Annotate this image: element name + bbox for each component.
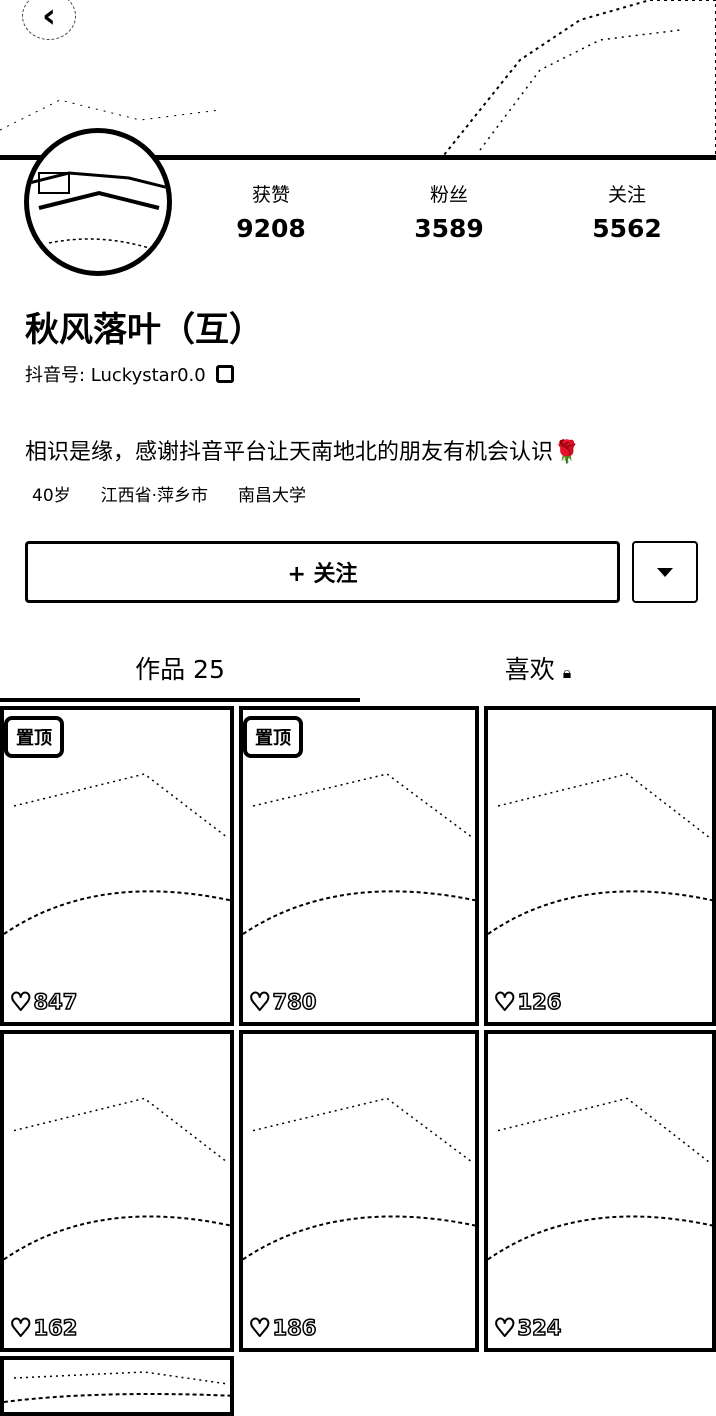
like-count-text: 126 xyxy=(517,989,562,1015)
video-tile[interactable] xyxy=(0,1356,234,1416)
stat-label: 获赞 xyxy=(251,184,290,206)
tab-label: 作品 25 xyxy=(135,655,225,684)
tab-likes[interactable]: 喜欢 🔒︎ xyxy=(360,650,716,686)
heart-icon: ♥ xyxy=(248,1313,271,1343)
heart-icon: ♥ xyxy=(9,987,32,1017)
like-count: ♥ 186 xyxy=(248,1313,317,1343)
profile-stats: 获赞 9208 粉丝 3589 关注 5562 xyxy=(182,180,716,243)
profile-tags: 40岁 江西省·萍乡市 南昌大学 xyxy=(32,481,306,506)
stat-value: 9208 xyxy=(236,214,306,243)
stat-following[interactable]: 关注 5562 xyxy=(538,180,716,243)
douyin-id-text: 抖音号: Luckystar0.0 xyxy=(25,365,206,386)
like-count-text: 780 xyxy=(272,989,317,1015)
follow-label: + 关注 xyxy=(287,562,358,587)
stat-value: 5562 xyxy=(592,214,662,243)
video-tile[interactable]: 置顶 ♥ 847 xyxy=(0,706,234,1026)
video-thumbnail xyxy=(243,1097,475,1261)
follow-button[interactable]: + 关注 xyxy=(25,541,620,603)
stat-value: 3589 xyxy=(414,214,484,243)
heart-icon: ♥ xyxy=(493,987,516,1017)
like-count: ♥ 162 xyxy=(9,1313,78,1343)
like-count: ♥ 847 xyxy=(9,987,78,1017)
video-tile[interactable]: 置顶 ♥ 780 xyxy=(239,706,479,1026)
copy-icon[interactable] xyxy=(215,365,234,383)
stat-followers[interactable]: 粉丝 3589 xyxy=(360,180,538,243)
heart-icon: ♥ xyxy=(9,1313,32,1343)
video-thumbnail xyxy=(488,1097,712,1261)
video-tile[interactable]: ♥ 324 xyxy=(484,1030,716,1352)
tab-indicator xyxy=(0,698,360,702)
video-tile[interactable]: ♥ 186 xyxy=(239,1030,479,1352)
caret-down-icon xyxy=(657,567,673,577)
chevron-left-icon: ‹ xyxy=(41,0,56,36)
like-count: ♥ 324 xyxy=(493,1313,562,1343)
more-options-button[interactable] xyxy=(632,541,698,603)
tag-age: 40岁 xyxy=(32,486,71,506)
stat-likes[interactable]: 获赞 9208 xyxy=(182,180,360,243)
douyin-id: 抖音号: Luckystar0.0 xyxy=(25,361,234,387)
tag-school[interactable]: 南昌大学 xyxy=(238,481,306,506)
heart-icon: ♥ xyxy=(493,1313,516,1343)
like-count: ♥ 126 xyxy=(493,987,562,1017)
video-thumbnail xyxy=(488,773,712,935)
tab-works[interactable]: 作品 25 xyxy=(0,650,360,686)
video-tile[interactable]: ♥ 126 xyxy=(484,706,716,1026)
video-thumbnail xyxy=(4,1371,230,1403)
stat-label: 关注 xyxy=(607,184,646,206)
like-count: ♥ 780 xyxy=(248,987,317,1017)
avatar-image xyxy=(29,171,167,249)
profile-name: 秋风落叶（互） xyxy=(25,310,263,350)
video-thumbnail xyxy=(4,1097,230,1261)
rose-icon: 🌹 xyxy=(553,440,581,465)
bio-text: 相识是缘，感谢抖音平台让天南地北的朋友有机会认识 xyxy=(25,440,554,465)
video-tile[interactable]: ♥ 162 xyxy=(0,1030,234,1352)
tag-location[interactable]: 江西省·萍乡市 xyxy=(101,481,208,506)
like-count-text: 162 xyxy=(33,1315,78,1341)
pinned-badge: 置顶 xyxy=(4,716,64,758)
like-count-text: 847 xyxy=(33,989,78,1015)
like-count-text: 324 xyxy=(517,1315,562,1341)
pinned-badge: 置顶 xyxy=(243,716,303,758)
tab-label: 喜欢 xyxy=(504,655,555,684)
avatar[interactable] xyxy=(24,128,172,276)
like-count-text: 186 xyxy=(272,1315,317,1341)
profile-bio: 相识是缘，感谢抖音平台让天南地北的朋友有机会认识🌹 xyxy=(25,434,580,466)
heart-icon: ♥ xyxy=(248,987,271,1017)
stat-label: 粉丝 xyxy=(429,184,468,206)
lock-icon: 🔒︎ xyxy=(562,663,572,682)
